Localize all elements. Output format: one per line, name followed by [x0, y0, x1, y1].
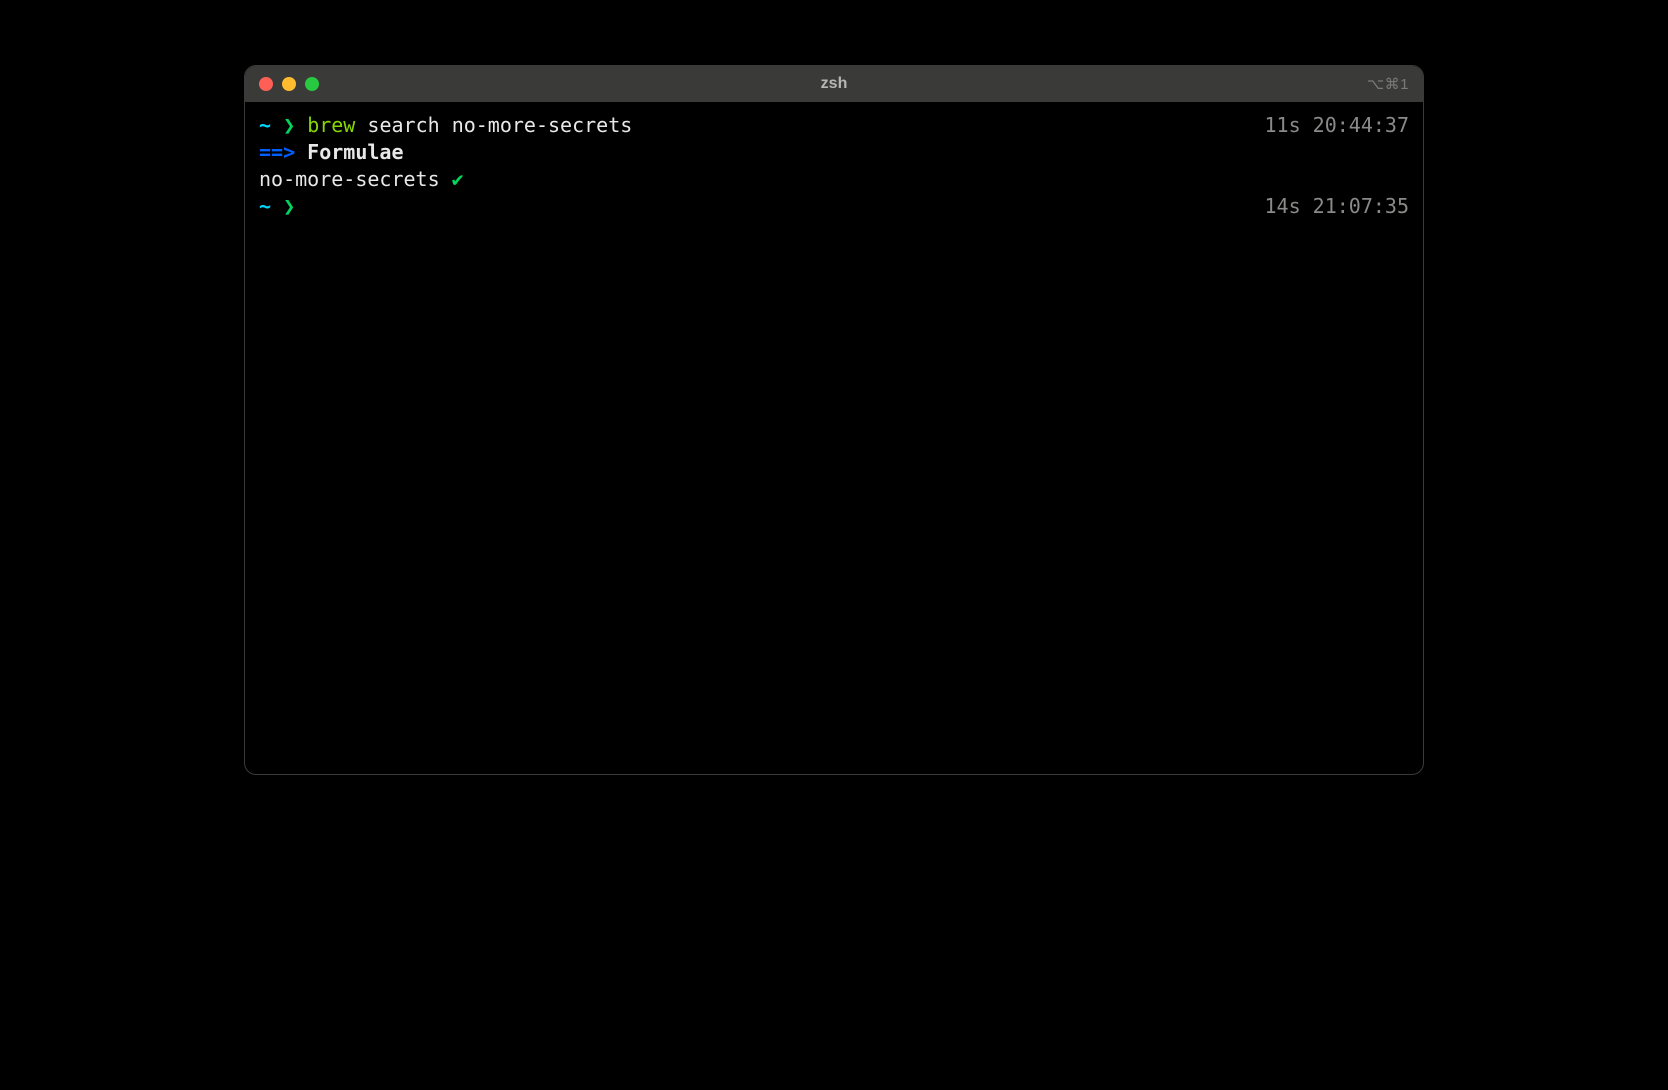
duration: 14s — [1265, 194, 1301, 218]
prompt-chevron: ❯ — [283, 113, 295, 137]
check-icon: ✔ — [452, 167, 464, 191]
prompt-path: ~ — [259, 194, 271, 218]
minimize-button[interactable] — [282, 77, 296, 91]
prompt-path: ~ — [259, 113, 271, 137]
window-shortcut-hint: ⌥⌘1 — [1367, 75, 1409, 93]
output-header: ==> Formulae — [259, 139, 1409, 166]
result-name: no-more-secrets — [259, 167, 452, 191]
output-section-label: Formulae — [295, 140, 403, 164]
prompt-chevron: ❯ — [283, 194, 295, 218]
maximize-button[interactable] — [305, 77, 319, 91]
terminal-window: zsh ⌥⌘1 ~ ❯ brew search no-more-secrets … — [244, 65, 1424, 775]
command-head: brew — [307, 113, 355, 137]
command-line-2: ~ ❯ 14s 21:07:35 — [259, 193, 1409, 220]
title-bar: zsh ⌥⌘1 — [245, 66, 1423, 102]
command-line-1: ~ ❯ brew search no-more-secrets 11s 20:4… — [259, 112, 1409, 139]
output-result: no-more-secrets ✔ — [259, 166, 1409, 193]
timestamp: 20:44:37 — [1313, 113, 1409, 137]
timestamp: 21:07:35 — [1313, 194, 1409, 218]
close-button[interactable] — [259, 77, 273, 91]
duration: 11s — [1265, 113, 1301, 137]
command-meta: 14s 21:07:35 — [1265, 193, 1410, 220]
command-tail: search no-more-secrets — [355, 113, 632, 137]
traffic-lights — [259, 77, 319, 91]
command-meta: 11s 20:44:37 — [1265, 112, 1410, 139]
terminal-body[interactable]: ~ ❯ brew search no-more-secrets 11s 20:4… — [245, 102, 1423, 230]
output-arrow: ==> — [259, 140, 295, 164]
window-title: zsh — [821, 75, 848, 93]
